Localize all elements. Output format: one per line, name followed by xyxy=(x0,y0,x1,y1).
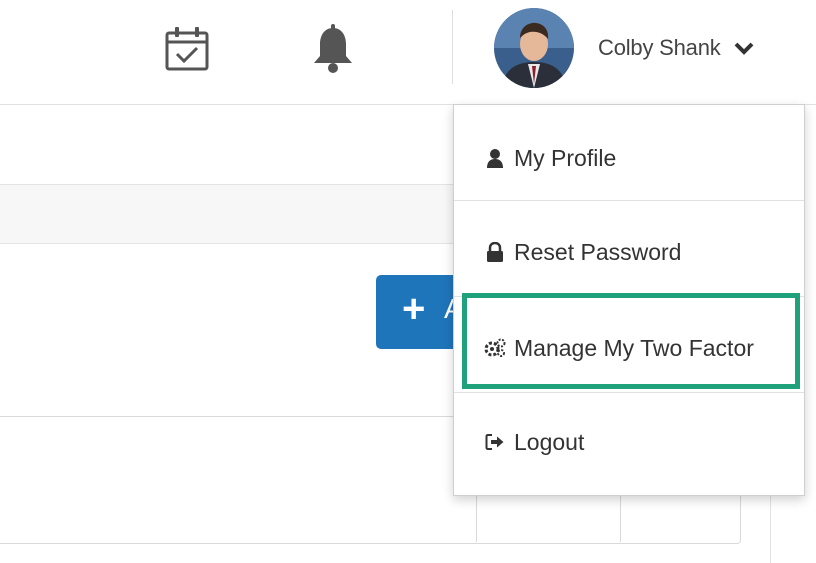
calendar-check-icon[interactable] xyxy=(160,22,214,76)
chevron-down-icon[interactable] xyxy=(733,37,755,59)
avatar[interactable] xyxy=(494,8,574,88)
menu-item-label: Logout xyxy=(514,428,585,455)
menu-item-reset-password[interactable]: Reset Password xyxy=(454,219,804,285)
content-band xyxy=(0,184,460,244)
menu-item-logout[interactable]: Logout xyxy=(454,409,804,475)
plus-icon: + xyxy=(402,287,426,331)
user-dropdown-menu: My Profile Reset Password Manage My Two … xyxy=(453,104,805,496)
header-divider xyxy=(452,10,453,84)
menu-item-manage-two-factor[interactable]: Manage My Two Factor xyxy=(454,315,804,381)
sign-out-icon xyxy=(484,431,506,453)
menu-item-label: Manage My Two Factor xyxy=(514,334,754,361)
menu-item-my-profile[interactable]: My Profile xyxy=(454,125,804,191)
menu-divider xyxy=(454,200,804,201)
menu-item-label: Reset Password xyxy=(514,238,682,265)
user-icon xyxy=(484,147,506,169)
user-name[interactable]: Colby Shank xyxy=(598,35,721,61)
menu-divider xyxy=(454,392,804,393)
gears-icon xyxy=(484,337,506,359)
bell-icon[interactable] xyxy=(306,22,360,76)
user-menu-toggle[interactable]: Colby Shank xyxy=(494,8,755,88)
lock-icon xyxy=(484,241,506,263)
menu-item-label: My Profile xyxy=(514,144,617,171)
menu-divider xyxy=(454,296,804,297)
top-navbar: Colby Shank xyxy=(0,0,816,105)
